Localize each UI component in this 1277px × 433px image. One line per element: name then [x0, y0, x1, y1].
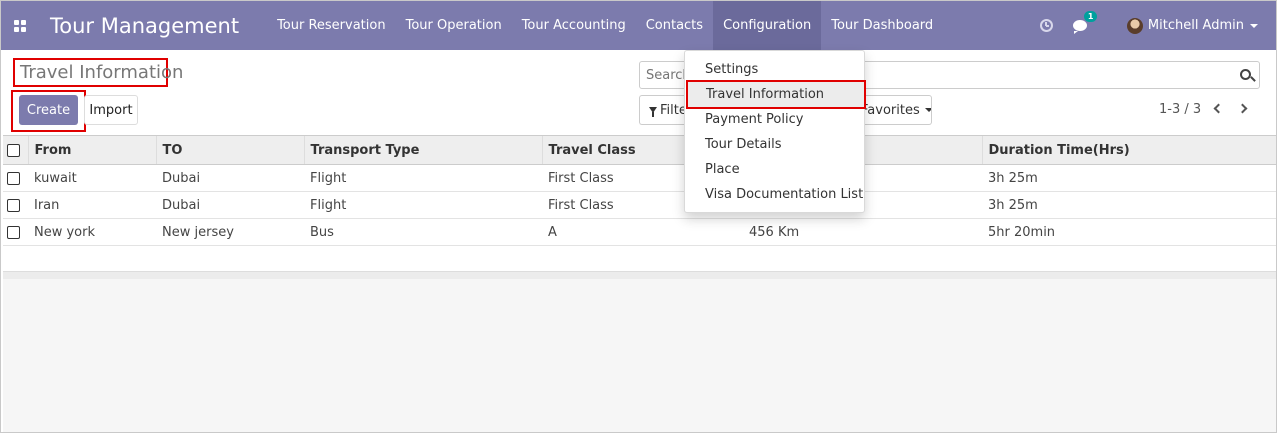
row-select-cell	[3, 218, 28, 246]
empty-area	[3, 279, 1276, 432]
table-header-row: From TO Transport Type Travel Class Dist…	[3, 135, 1276, 165]
menu-tour-operation[interactable]: Tour Operation	[396, 1, 512, 50]
search-icon[interactable]	[1240, 69, 1251, 80]
menu-contacts[interactable]: Contacts	[636, 1, 713, 50]
filter-icon	[649, 107, 657, 117]
import-button[interactable]: Import	[84, 95, 138, 125]
pager-next-button[interactable]	[1237, 102, 1248, 116]
clock-icon[interactable]	[1039, 19, 1053, 32]
cell-duration: 3h 25m	[982, 191, 1276, 219]
user-avatar[interactable]	[1126, 17, 1143, 34]
user-name[interactable]: Mitchell Admin	[1148, 18, 1244, 33]
page-title: Travel Information	[13, 58, 183, 87]
column-header-duration[interactable]: Duration Time(Hrs)	[981, 135, 1276, 165]
table-row[interactable]: Iran Dubai Flight First Class 3h 25m	[3, 191, 1276, 219]
row-checkbox[interactable]	[7, 198, 20, 212]
cell-transport-type: Flight	[304, 191, 542, 219]
select-all-checkbox[interactable]	[7, 143, 20, 157]
chevron-down-icon	[924, 108, 931, 112]
configuration-dropdown: Settings Travel Information Payment Poli…	[684, 50, 866, 213]
menu-tour-reservation[interactable]: Tour Reservation	[267, 1, 396, 50]
cell-duration: 3h 25m	[982, 164, 1276, 192]
cell-to: New jersey	[156, 218, 304, 246]
dropdown-item-settings[interactable]: Settings	[685, 57, 864, 82]
dropdown-item-tour-details[interactable]: Tour Details	[685, 132, 864, 157]
column-header-to[interactable]: TO	[155, 135, 304, 165]
chevron-down-icon[interactable]	[1250, 23, 1258, 28]
favorites-label: Favorites	[863, 102, 920, 118]
menu-configuration[interactable]: Configuration	[713, 1, 822, 50]
pager-previous-button[interactable]	[1213, 102, 1224, 116]
cell-transport-type: Flight	[304, 164, 542, 192]
pager-value[interactable]: 1-3 / 3	[1159, 102, 1201, 117]
filters-button[interactable]: Filters	[639, 95, 689, 125]
app-brand[interactable]: Tour Management	[50, 14, 239, 38]
top-navbar: Tour Management Tour Reservation Tour Op…	[1, 1, 1276, 50]
row-checkbox[interactable]	[7, 225, 20, 239]
records-table: From TO Transport Type Travel Class Dist…	[3, 135, 1276, 246]
dropdown-item-payment-policy[interactable]: Payment Policy	[685, 107, 864, 132]
chat-badge: 1	[1083, 11, 1098, 22]
menu-tour-accounting[interactable]: Tour Accounting	[512, 1, 636, 50]
chevron-left-icon	[1213, 103, 1224, 114]
chevron-right-icon	[1237, 103, 1248, 114]
dropdown-item-place[interactable]: Place	[685, 157, 864, 182]
table-row[interactable]: New york New jersey Bus A 456 Km 5hr 20m…	[3, 218, 1276, 246]
menu-tour-dashboard[interactable]: Tour Dashboard	[821, 1, 943, 50]
cell-to: Dubai	[156, 164, 304, 192]
cell-from: kuwait	[28, 164, 156, 192]
cell-duration: 5hr 20min	[982, 218, 1276, 246]
cell-from: Iran	[28, 191, 156, 219]
cell-from: New york	[28, 218, 156, 246]
dropdown-item-visa-documentation[interactable]: Visa Documentation List	[685, 182, 864, 207]
row-checkbox[interactable]	[7, 171, 20, 185]
select-all-cell	[3, 135, 28, 165]
column-header-transport-type[interactable]: Transport Type	[303, 135, 542, 165]
cell-travel-class: A	[542, 218, 743, 246]
cell-to: Dubai	[156, 191, 304, 219]
column-header-from[interactable]: From	[27, 135, 156, 165]
row-select-cell	[3, 191, 28, 219]
list-view: From TO Transport Type Travel Class Dist…	[3, 135, 1276, 246]
dropdown-item-travel-information[interactable]: Travel Information	[686, 80, 866, 109]
cell-transport-type: Bus	[304, 218, 542, 246]
apps-grid-icon[interactable]	[3, 1, 37, 50]
table-row[interactable]: kuwait Dubai Flight First Class 3h 25m	[3, 164, 1276, 192]
chat-icon	[1072, 20, 1087, 34]
table-footer	[3, 271, 1276, 279]
create-button[interactable]: Create	[19, 95, 78, 125]
row-select-cell	[3, 164, 28, 192]
cell-distance: 456 Km	[743, 218, 982, 246]
favorites-button[interactable]: Favorites	[863, 95, 932, 125]
messages-menu[interactable]: 1	[1072, 11, 1098, 34]
